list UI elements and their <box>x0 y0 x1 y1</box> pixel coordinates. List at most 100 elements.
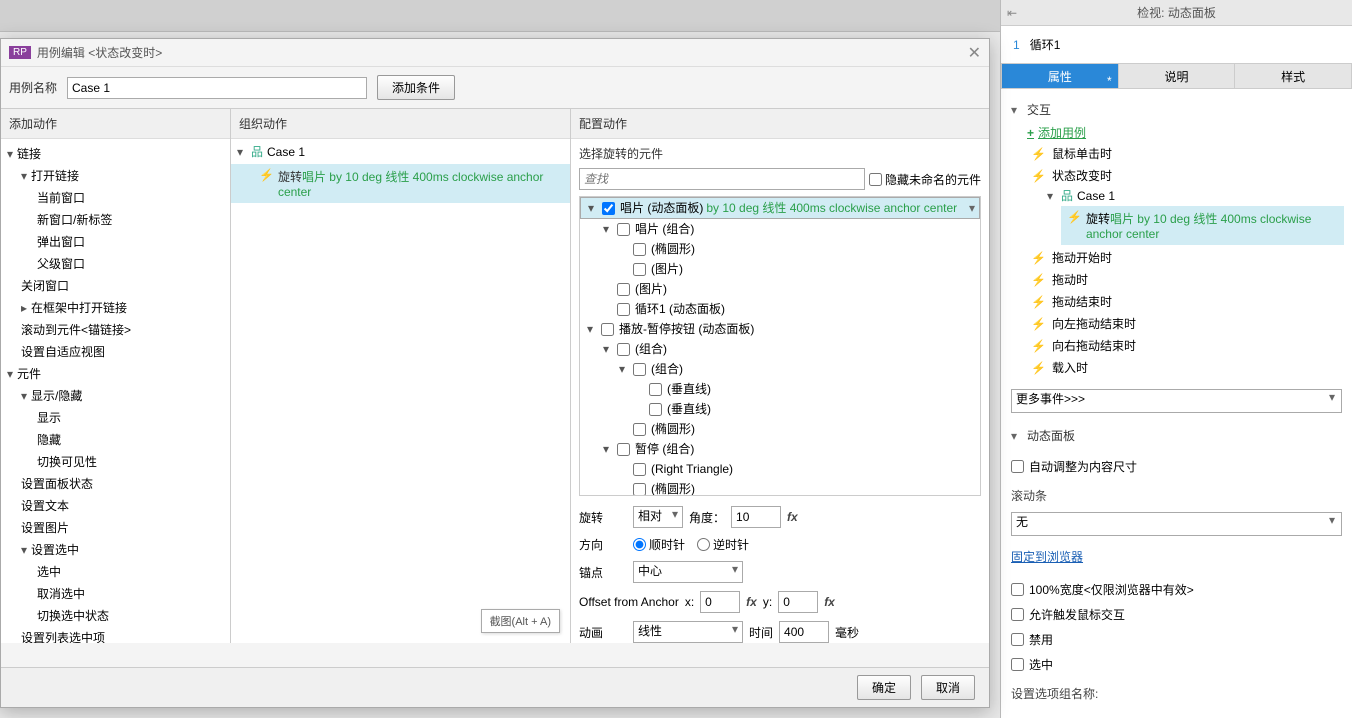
time-input[interactable] <box>779 621 829 643</box>
search-input[interactable] <box>579 168 865 190</box>
event-dragleft[interactable]: ⚡向左拖动结束时 <box>1001 313 1352 335</box>
action-set-adaptive[interactable]: 设置自适应视图 <box>1 341 230 363</box>
action-toggle-sel[interactable]: 切换选中状态 <box>1 605 230 627</box>
col2-header: 组织动作 <box>231 109 570 139</box>
action-set-list-sel[interactable]: 设置列表选中项 <box>1 627 230 643</box>
fx-icon[interactable]: fx <box>824 595 835 609</box>
section-interaction[interactable]: 交互 <box>1001 95 1352 124</box>
ms-label: 毫秒 <box>835 624 859 641</box>
event-dragstart[interactable]: ⚡拖动开始时 <box>1001 247 1352 269</box>
tab-properties[interactable]: 属性* <box>1001 63 1119 89</box>
action-close-window[interactable]: 关闭窗口 <box>1 275 230 297</box>
action-set-text[interactable]: 设置文本 <box>1 495 230 517</box>
case-name-input[interactable] <box>67 77 367 99</box>
scrollbar-label: 滚动条 <box>1001 483 1352 506</box>
inspector-body: 交互 添加用例 ⚡鼠标单击时 ⚡状态改变时 品Case 1 ⚡ 旋转唱片 by … <box>1001 89 1352 718</box>
dialog-footer: 确定 取消 <box>1 667 989 707</box>
inspector-title: 检视: 动态面板 <box>1137 4 1216 21</box>
bolt-icon: ⚡ <box>1031 359 1046 377</box>
event-dragright[interactable]: ⚡向右拖动结束时 <box>1001 335 1352 357</box>
action-hide[interactable]: 隐藏 <box>1 429 230 451</box>
action-show[interactable]: 显示 <box>1 407 230 429</box>
ccw-radio[interactable]: 逆时针 <box>697 536 749 553</box>
action-current-window[interactable]: 当前窗口 <box>1 187 230 209</box>
event-case[interactable]: 品Case 1 <box>1001 187 1352 204</box>
rp-badge: RP <box>9 46 31 59</box>
add-condition-button[interactable]: 添加条件 <box>377 75 455 100</box>
offset-label: Offset from Anchor <box>579 595 679 609</box>
event-click[interactable]: ⚡鼠标单击时 <box>1001 143 1352 165</box>
case-editor-dialog: RP 用例编辑 <状态改变时> ✕ 用例名称 添加条件 添加动作 链接 打开链接… <box>0 38 990 708</box>
bolt-icon: ⚡ <box>259 168 274 182</box>
widget-tree[interactable]: 唱片 (动态面板) by 10 deg 线性 400ms clockwise a… <box>579 196 981 496</box>
add-case-link[interactable]: 添加用例 <box>1001 124 1352 141</box>
bolt-icon: ⚡ <box>1031 271 1046 289</box>
offset-x-input[interactable] <box>700 591 740 613</box>
section-dynamic-panel[interactable]: 动态面板 <box>1001 421 1352 450</box>
close-icon[interactable]: ✕ <box>968 43 981 63</box>
event-action-row[interactable]: ⚡ 旋转唱片 by 10 deg 线性 400ms clockwise anch… <box>1061 206 1344 245</box>
rotate-label: 旋转 <box>579 509 627 526</box>
inspector-panel: ⇤ 检视: 动态面板 1 循环1 属性* 说明 样式 交互 添加用例 ⚡鼠标单击… <box>1000 0 1352 718</box>
angle-label: 角度： <box>689 509 725 526</box>
action-set-image[interactable]: 设置图片 <box>1 517 230 539</box>
dialog-title: 用例编辑 <状态改变时> <box>37 44 968 61</box>
col1-header: 添加动作 <box>1 109 230 139</box>
inspector-header: ⇤ 检视: 动态面板 <box>1001 0 1352 26</box>
rotate-mode-select[interactable]: 相对 <box>633 506 683 528</box>
widget-name: 循环1 <box>1030 36 1061 53</box>
bolt-icon: ⚡ <box>1031 249 1046 267</box>
action-set-panel[interactable]: 设置面板状态 <box>1 473 230 495</box>
actions-tree[interactable]: 链接 打开链接 当前窗口 新窗口/新标签 弹出窗口 父级窗口 关闭窗口 在框架中… <box>1 139 230 643</box>
case-icon: 品 <box>251 143 263 160</box>
bolt-icon: ⚡ <box>1067 210 1082 224</box>
tab-notes[interactable]: 说明 <box>1119 63 1236 89</box>
hide-unnamed-checkbox[interactable]: 隐藏未命名的元件 <box>869 171 981 188</box>
action-new-window[interactable]: 新窗口/新标签 <box>1 209 230 231</box>
action-toggle-vis[interactable]: 切换可见性 <box>1 451 230 473</box>
case-name-label: 用例名称 <box>9 79 57 96</box>
selected-checkbox[interactable]: 选中 <box>1011 652 1342 677</box>
dialog-titlebar: RP 用例编辑 <状态改变时> ✕ <box>1 39 989 67</box>
fx-icon[interactable]: fx <box>746 595 757 609</box>
scrollbar-select[interactable]: 无 <box>1011 512 1342 536</box>
action-node[interactable]: ⚡ 旋转唱片 by 10 deg 线性 400ms clockwise anch… <box>231 164 570 203</box>
cancel-button[interactable]: 取消 <box>921 675 975 700</box>
event-drag[interactable]: ⚡拖动时 <box>1001 269 1352 291</box>
allow-trigger-checkbox[interactable]: 允许触发鼠标交互 <box>1011 602 1342 627</box>
action-scroll-to[interactable]: 滚动到元件<锚链接> <box>1 319 230 341</box>
col3-header: 配置动作 <box>571 109 989 139</box>
select-widget-label: 选择旋转的元件 <box>571 139 989 168</box>
bolt-icon: ⚡ <box>1031 293 1046 311</box>
anim-label: 动画 <box>579 624 627 641</box>
anim-select[interactable]: 线性 <box>633 621 743 643</box>
more-events-select[interactable]: 更多事件>>> <box>1011 389 1342 413</box>
organize-actions-body: 品 Case 1 ⚡ 旋转唱片 by 10 deg 线性 400ms clock… <box>231 139 570 643</box>
action-selected[interactable]: 选中 <box>1 561 230 583</box>
selection-group-label: 设置选项组名称: <box>1001 681 1352 704</box>
anchor-label: 锚点 <box>579 564 627 581</box>
tab-style[interactable]: 样式 <box>1235 63 1352 89</box>
action-parent-window[interactable]: 父级窗口 <box>1 253 230 275</box>
fx-icon[interactable]: fx <box>787 510 798 524</box>
auto-fit-checkbox[interactable]: 自动调整为内容尺寸 <box>1011 454 1342 479</box>
action-unselected[interactable]: 取消选中 <box>1 583 230 605</box>
collapse-icon[interactable]: ⇤ <box>1007 6 1017 20</box>
inspector-tabs: 属性* 说明 样式 <box>1001 63 1352 89</box>
screenshot-tooltip: 截图(Alt + A) <box>481 609 560 633</box>
bolt-icon: ⚡ <box>1031 315 1046 333</box>
event-dragend[interactable]: ⚡拖动结束时 <box>1001 291 1352 313</box>
cw-radio[interactable]: 顺时针 <box>633 536 685 553</box>
action-popup[interactable]: 弹出窗口 <box>1 231 230 253</box>
hundred-width-checkbox[interactable]: 100%宽度<仅限浏览器中有效> <box>1011 577 1342 602</box>
bolt-icon: ⚡ <box>1031 337 1046 355</box>
event-load[interactable]: ⚡载入时 <box>1001 357 1352 379</box>
case-node[interactable]: 品 Case 1 <box>231 139 570 164</box>
disabled-checkbox[interactable]: 禁用 <box>1011 627 1342 652</box>
event-statechange[interactable]: ⚡状态改变时 <box>1001 165 1352 187</box>
pin-browser-link[interactable]: 固定到浏览器 <box>1001 540 1093 573</box>
anchor-select[interactable]: 中心 <box>633 561 743 583</box>
angle-input[interactable] <box>731 506 781 528</box>
offset-y-input[interactable] <box>778 591 818 613</box>
ok-button[interactable]: 确定 <box>857 675 911 700</box>
